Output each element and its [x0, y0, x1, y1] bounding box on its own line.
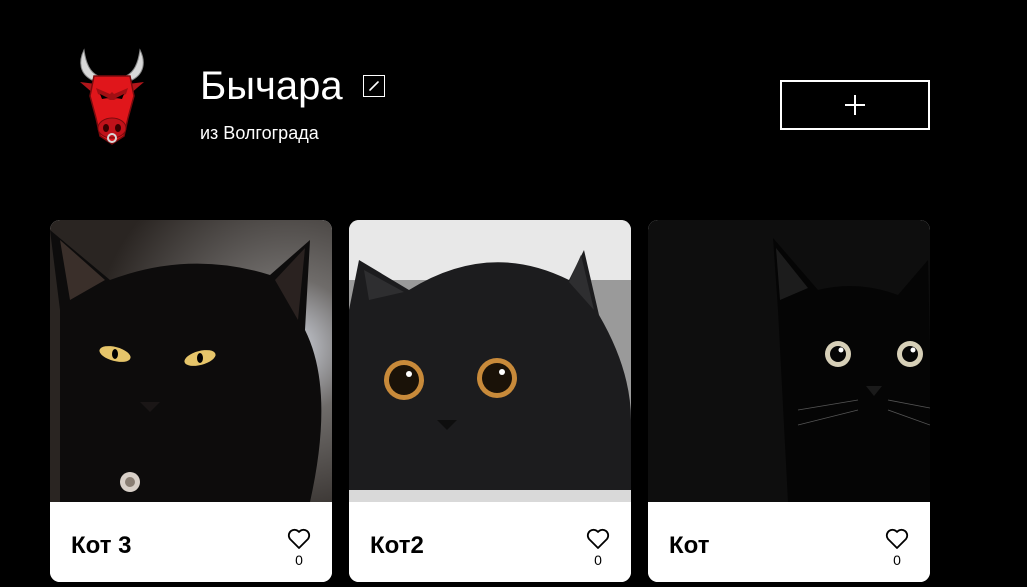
profile-about: из Волгограда	[200, 123, 319, 143]
heart-outline-icon	[885, 528, 909, 549]
like-group: 0	[884, 528, 910, 568]
profile: Бычара из Волгограда	[0, 0, 1027, 200]
profile-name: Бычара	[200, 64, 343, 108]
heart-outline-icon	[586, 528, 610, 549]
bull-head-icon	[80, 48, 144, 145]
profile-name-row: Бычара	[200, 62, 385, 110]
like-group: 0	[585, 528, 611, 568]
card-footer: Кот 3 0	[50, 502, 332, 582]
card: Кот 0	[648, 220, 930, 582]
like-button[interactable]	[287, 528, 311, 550]
like-group: 0	[286, 528, 312, 568]
card-title: Кот 3	[71, 532, 132, 559]
profile-avatar[interactable]	[70, 44, 154, 148]
card-title: Кот2	[370, 532, 424, 559]
card: Кот 3 0	[50, 220, 332, 582]
edit-profile-button[interactable]	[362, 75, 385, 97]
card: Кот2 0	[349, 220, 631, 582]
cards-gallery: Кот 3 0 Кот2 0 Кот 0	[50, 220, 930, 582]
pencil-icon	[368, 81, 379, 91]
like-count: 0	[594, 552, 602, 568]
card-image[interactable]	[648, 220, 930, 502]
like-button[interactable]	[885, 528, 909, 550]
card-footer: Кот2 0	[349, 502, 631, 582]
plus-icon	[845, 95, 865, 115]
card-image[interactable]	[349, 220, 631, 502]
heart-outline-icon	[287, 528, 311, 549]
like-count: 0	[893, 552, 901, 568]
card-title: Кот	[669, 532, 710, 559]
card-image[interactable]	[50, 220, 332, 502]
card-footer: Кот 0	[648, 502, 930, 582]
like-count: 0	[295, 552, 303, 568]
add-card-button[interactable]	[780, 80, 930, 130]
like-button[interactable]	[586, 528, 610, 550]
